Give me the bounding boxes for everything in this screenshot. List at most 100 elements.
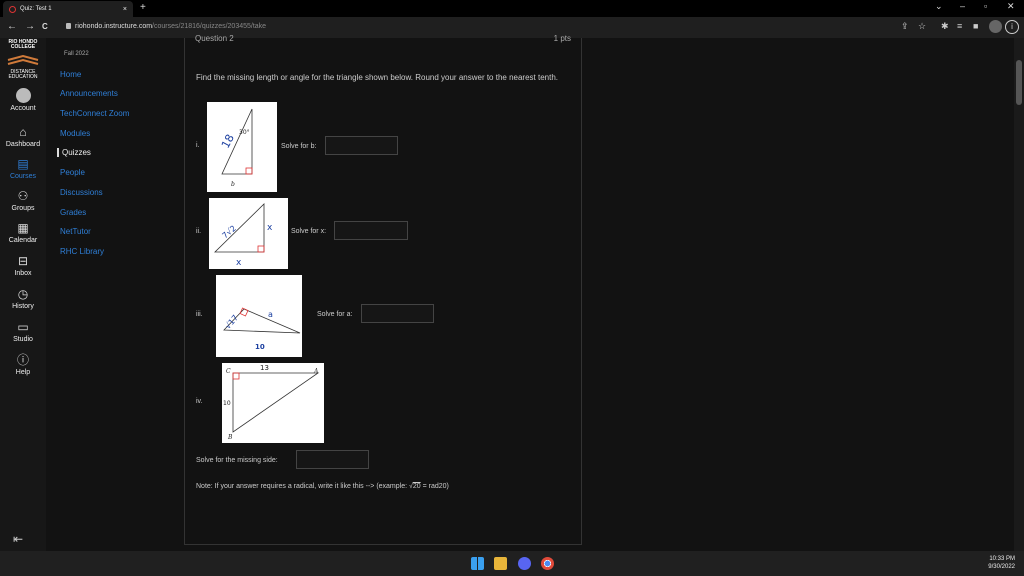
course-nav-nettutor[interactable]: NetTutor [60, 227, 91, 236]
solve-label: Solve for x: [291, 228, 327, 235]
tab-title: Quiz: Test 1 [20, 6, 52, 12]
browser-tab[interactable]: Quiz: Test 1 × [3, 1, 133, 17]
inbox-icon: ⊟ [17, 254, 29, 268]
reload-button[interactable]: C [42, 22, 48, 31]
course-nav-grades[interactable]: Grades [60, 208, 86, 217]
triangle-figure: C 13 A 10 B [222, 363, 324, 443]
radical-note: Note: If your answer requires a radical,… [196, 483, 449, 490]
question-prompt: Find the missing length or angle for the… [196, 73, 558, 82]
course-nav-people[interactable]: People [60, 168, 85, 177]
back-button[interactable]: ← [7, 21, 17, 32]
window-close-icon[interactable]: ✕ [1007, 1, 1015, 12]
triangle-figure: √17 a 10 [216, 275, 302, 357]
part-number: iii. [196, 311, 203, 318]
url-host: riohondo.instructure.com [75, 23, 153, 30]
nav-courses[interactable]: ▤ Courses [0, 157, 46, 181]
studio-icon: ▭ [17, 320, 29, 334]
restore-icon[interactable]: ▫ [984, 1, 987, 11]
avatar-icon [15, 88, 31, 103]
svg-text:C: C [226, 368, 231, 375]
svg-text:30°: 30° [239, 129, 250, 136]
course-navigation: Fall 2022 Home Announcements TechConnect… [46, 38, 166, 551]
svg-text:10: 10 [255, 343, 265, 351]
college-logo-icon[interactable] [6, 55, 40, 67]
college-logo-text: RIO HONDO COLLEGE [8, 39, 38, 50]
file-explorer-icon[interactable] [494, 557, 507, 570]
nav-groups[interactable]: ⚇ Groups [0, 189, 46, 213]
minimize-icon[interactable]: – [960, 1, 965, 11]
dashboard-icon: ⌂ [19, 125, 27, 139]
missing-side-label: Solve for the missing side: [196, 457, 278, 464]
solve-label: Solve for a: [317, 311, 353, 318]
svg-text:10: 10 [223, 400, 231, 407]
browser-title-bar: Quiz: Test 1 × + ⌄ – ▫ ✕ [0, 0, 1024, 17]
course-nav-announcements[interactable]: Announcements [60, 89, 118, 98]
question-points: 1 pts [553, 34, 571, 43]
windows-taskbar: 10:33 PM 9/30/2022 [0, 551, 1024, 576]
calendar-icon: ▦ [17, 221, 29, 235]
svg-text:b: b [231, 181, 235, 188]
global-navigation: RIO HONDO COLLEGE DISTANCE EDUCATION Acc… [0, 38, 46, 551]
new-tab-button[interactable]: + [140, 2, 146, 13]
part-number: iv. [196, 398, 203, 405]
forward-button[interactable]: → [25, 21, 35, 32]
page-scrollbar[interactable] [1014, 38, 1024, 551]
course-nav-discussions[interactable]: Discussions [60, 188, 103, 197]
question-panel: Question 2 1 pts Find the missing length… [184, 34, 582, 545]
nav-history[interactable]: ◷ History [0, 287, 46, 311]
course-nav-home[interactable]: Home [60, 70, 81, 79]
clock-date: 9/30/2022 [988, 564, 1015, 570]
url-field[interactable]: riohondo.instructure.com/courses/21816/q… [66, 23, 266, 30]
system-clock[interactable]: 10:33 PM 9/30/2022 [988, 555, 1015, 571]
reading-list-icon[interactable]: ≡ [957, 21, 962, 31]
course-nav-modules[interactable]: Modules [60, 129, 90, 138]
nav-help[interactable]: ⓘ Help [0, 353, 46, 377]
question-header: Question 2 [195, 34, 234, 43]
lock-icon [66, 23, 71, 30]
tab-search-icon[interactable]: ⌄ [935, 1, 943, 12]
collapse-nav-icon[interactable]: ⇤ [13, 532, 23, 546]
triangle-figure: 7√2 x x [209, 198, 288, 269]
svg-text:B: B [227, 434, 233, 441]
solve-label: Solve for b: [281, 143, 317, 150]
course-nav-techconnect-zoom[interactable]: TechConnect Zoom [60, 109, 129, 118]
svg-text:x: x [267, 223, 273, 233]
part-number: ii. [196, 228, 202, 235]
course-term: Fall 2022 [64, 51, 89, 57]
clock-time: 10:33 PM [989, 556, 1015, 562]
svg-text:A: A [313, 368, 319, 375]
part-number: i. [196, 142, 200, 149]
answer-input-missing-side[interactable] [296, 450, 369, 469]
nav-calendar[interactable]: ▦ Calendar [0, 221, 46, 245]
courses-icon: ▤ [17, 157, 29, 171]
profile-avatar[interactable] [989, 20, 1002, 33]
answer-input-x[interactable] [334, 221, 408, 240]
groups-icon: ⚇ [17, 189, 29, 203]
nav-studio[interactable]: ▭ Studio [0, 320, 46, 344]
chrome-icon[interactable] [541, 557, 554, 570]
windows-start-icon[interactable] [471, 557, 484, 570]
triangle-figure: 18 30° b [207, 102, 277, 192]
nav-account[interactable]: Account [0, 88, 46, 112]
svg-text:x: x [236, 258, 242, 268]
course-nav-quizzes[interactable]: Quizzes [57, 148, 91, 157]
answer-input-a[interactable] [361, 304, 434, 323]
url-path: /courses/21816/quizzes/203455/take [152, 23, 267, 30]
discord-icon[interactable] [518, 557, 531, 570]
course-nav-rhc-library[interactable]: RHC Library [60, 247, 104, 256]
bookmark-star-icon[interactable]: ☆ [918, 21, 926, 32]
tab-close-icon[interactable]: × [123, 6, 127, 13]
nav-inbox[interactable]: ⊟ Inbox [0, 254, 46, 278]
help-icon: ⓘ [16, 353, 29, 367]
svg-text:a: a [268, 310, 273, 319]
extension-icon[interactable]: ✱ [941, 21, 949, 32]
browser-menu-icon[interactable]: i [1005, 20, 1019, 34]
side-panel-icon[interactable]: ■ [973, 21, 978, 31]
address-bar: ← → C riohondo.instructure.com/courses/2… [0, 17, 1024, 38]
answer-input-b[interactable] [325, 136, 398, 155]
share-icon[interactable]: ⇪ [901, 21, 909, 32]
history-icon: ◷ [17, 287, 29, 301]
nav-dashboard[interactable]: ⌂ Dashboard [0, 125, 46, 149]
scrollbar-thumb[interactable] [1016, 60, 1022, 105]
distance-education-text: DISTANCE EDUCATION [8, 69, 38, 80]
